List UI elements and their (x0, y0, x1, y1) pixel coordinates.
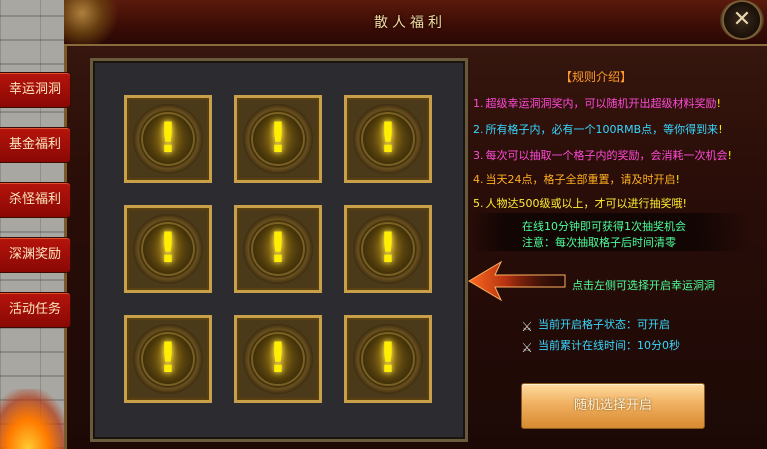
corner-ornament-icon (64, 0, 124, 44)
rules-title: 【规则介绍】 (560, 70, 633, 84)
rule-item: 3. 每次可以抽取一个格子内的奖励，会消耗一次机会! (473, 147, 732, 163)
rule-text: 每次可以抽取一个格子内的奖励，会消耗一次机会 (485, 149, 728, 162)
exclamation-mark: ! (675, 173, 680, 186)
rule-num: 4. (473, 173, 484, 186)
rule-text: 当天24点，格子全部重置，请及时开启 (485, 173, 676, 186)
close-swords-icon: ✕ (732, 7, 752, 32)
sidebar-item-activity-task[interactable]: 活动任务 (0, 292, 71, 328)
hint-text: 点击左侧可选择开启幸运洞洞 (572, 279, 715, 292)
grid-cell-1[interactable]: ! (124, 95, 212, 183)
sidebar-item-abyss-reward[interactable]: 深渊奖励 (0, 237, 71, 273)
exclamation-mark: ! (727, 149, 732, 162)
status-open-label: 当前开启格子状态：可开启 (538, 318, 670, 331)
rule-num: 1. (473, 97, 484, 110)
cell-disc: ! (243, 104, 313, 174)
cell-disc: ! (243, 324, 313, 394)
sidebar-item-lucky-hole[interactable]: 幸运洞洞 (0, 72, 71, 108)
exclamation-icon: ! (378, 333, 398, 382)
sidebar-item-kill-welfare[interactable]: 杀怪福利 (0, 182, 71, 218)
grid-cell-6[interactable]: ! (344, 205, 432, 293)
grid-cell-8[interactable]: ! (234, 315, 322, 403)
exclamation-icon: ! (378, 113, 398, 162)
status-open-state: ⚔ 当前开启格子状态：可开启 (520, 316, 670, 335)
exclamation-icon: ! (268, 223, 288, 272)
exclamation-mark: ! (682, 197, 687, 210)
rule-num: 3. (473, 149, 484, 162)
exclamation-icon: ! (378, 223, 398, 272)
rule-num: 2. (473, 123, 484, 136)
exclamation-icon: ! (158, 113, 178, 162)
cell-disc: ! (133, 104, 203, 174)
grid-cell-4[interactable]: ! (124, 205, 212, 293)
grid-cell-9[interactable]: ! (344, 315, 432, 403)
cell-disc: ! (133, 214, 203, 284)
window-title: 散人福利 (374, 15, 446, 31)
exclamation-icon: ! (158, 333, 178, 382)
cell-disc: ! (243, 214, 313, 284)
random-open-button[interactable]: 随机选择开启 (521, 383, 705, 429)
cell-disc: ! (133, 324, 203, 394)
rule-item: 4. 当天24点，格子全部重置，请及时开启! (473, 171, 680, 187)
close-button[interactable]: ✕ (720, 0, 764, 40)
info-line-2: 注意：每次抽取格子后时间清零 (522, 236, 676, 249)
rule-item: 1. 超级幸运洞洞奖内，可以随机开出超级材料奖励! (473, 95, 721, 111)
rule-text: 超级幸运洞洞奖内，可以随机开出超级材料奖励 (485, 97, 717, 110)
exclamation-mark: ! (716, 97, 721, 110)
exclamation-icon: ! (268, 113, 288, 162)
rule-item: 2. 所有格子内，必有一个100RMB点，等你得到来! (473, 121, 723, 137)
status-time-label: 当前累计在线时间：10分0秒 (538, 339, 680, 352)
status-online-time: ⚔ 当前累计在线时间：10分0秒 (520, 337, 680, 356)
left-arrow-icon (468, 260, 566, 302)
rule-item: 5. 人物达500级或以上，才可以进行抽奖哦! (473, 195, 687, 211)
grid-cell-3[interactable]: ! (344, 95, 432, 183)
info-line-1: 在线10分钟即可获得1次抽奖机会 (522, 220, 686, 233)
cell-disc: ! (353, 214, 423, 284)
exclamation-mark: ! (718, 123, 723, 136)
fire-decoration (0, 389, 70, 449)
crossed-swords-icon: ⚔ (521, 341, 533, 356)
cell-disc: ! (353, 324, 423, 394)
crossed-swords-icon: ⚔ (521, 320, 533, 335)
exclamation-icon: ! (268, 333, 288, 382)
rule-text: 所有格子内，必有一个100RMB点，等你得到来 (485, 123, 719, 136)
rule-text: 人物达500级或以上，才可以进行抽奖哦 (485, 197, 683, 210)
grid-cell-2[interactable]: ! (234, 95, 322, 183)
rule-num: 5. (473, 197, 484, 210)
exclamation-icon: ! (158, 223, 178, 272)
cell-disc: ! (353, 104, 423, 174)
grid-cell-7[interactable]: ! (124, 315, 212, 403)
sidebar-item-fund-welfare[interactable]: 基金福利 (0, 127, 71, 163)
grid-cell-5[interactable]: ! (234, 205, 322, 293)
